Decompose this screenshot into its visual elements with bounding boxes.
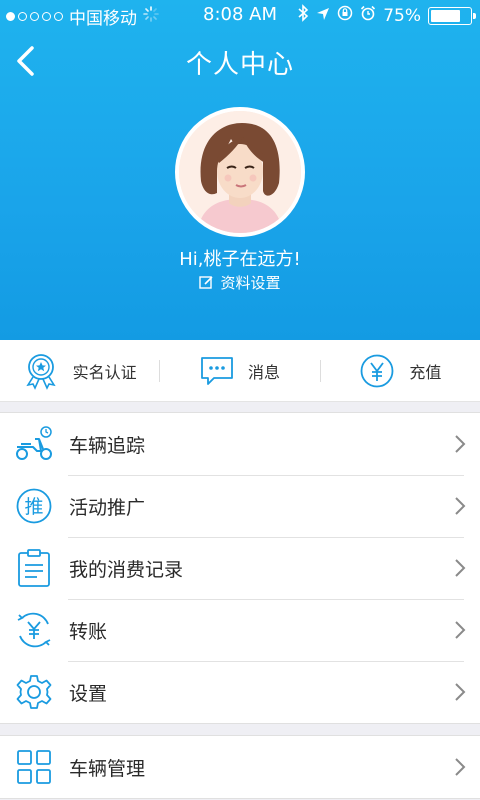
chevron-right-icon [455,497,466,515]
menu-item-label: 活动推广 [69,496,146,519]
message-icon [201,356,233,385]
chevron-right-icon [455,621,466,639]
promotion-icon-text: 推 [24,496,43,518]
quick-action-messages[interactable]: 消息 [160,340,319,401]
rotation-lock-icon [337,5,353,26]
verified-badge-icon [25,353,56,390]
menu-item-promotions[interactable]: 推 活动推广 [0,475,480,537]
battery-percent: 75% [383,5,421,26]
menu-item-label: 车辆追踪 [69,434,146,457]
gear-icon [16,675,52,709]
chevron-right-icon [455,758,466,776]
menu-item-label: 我的消费记录 [69,558,184,581]
menu-item-settings[interactable]: 设置 [0,661,480,723]
battery-level [431,9,460,22]
menu-item-consumption-records[interactable]: 我的消费记录 [0,537,480,599]
page-title: 个人中心 [185,50,294,80]
menu-item-label: 车辆管理 [69,757,146,780]
profile-header: 中国移动 8:08 AM 75% 个人中心 Hi,桃子在远方! 资料设置 [0,0,480,340]
promotion-icon: 推 [16,488,52,524]
chevron-right-icon [455,435,466,453]
chevron-right-icon [455,559,466,577]
menu-item-vehicle-management[interactable]: 车辆管理 [0,736,480,798]
chevron-right-icon [455,683,466,701]
avatar-portrait-icon [179,111,301,233]
menu-item-vehicle-tracking[interactable]: 车辆追踪 [0,413,480,475]
status-bar: 中国移动 8:08 AM 75% [0,0,480,29]
quick-action-verify[interactable]: 实名认证 [0,340,159,401]
grid-icon [17,750,51,784]
menu-item-label: 转账 [69,620,108,643]
avatar[interactable] [175,107,305,237]
quick-action-verify-label: 实名认证 [72,362,137,382]
bluetooth-icon [298,4,309,27]
menu-list-vehicle: 车辆管理 [0,735,480,799]
battery-icon [428,6,476,25]
quick-action-recharge[interactable]: 充值 [321,340,480,401]
menu-list: 车辆追踪 推 活动推广 我的消费记录 转账 设置 [0,412,480,724]
profile-settings-label: 资料设置 [220,274,281,292]
greeting-text: Hi,桃子在远方! [179,249,301,270]
edit-icon [199,276,214,289]
alarm-icon [360,5,376,26]
transfer-yen-icon [17,612,51,648]
location-icon [316,6,330,26]
nav-bar: 个人中心 [0,36,480,86]
quick-action-recharge-label: 充值 [409,362,442,382]
clipboard-icon [18,549,50,587]
quick-actions-bar: 实名认证 消息 充值 [0,340,480,402]
quick-action-messages-label: 消息 [247,362,280,382]
profile-settings-link[interactable]: 资料设置 [0,272,480,293]
menu-item-transfer[interactable]: 转账 [0,599,480,661]
scooter-icon [16,426,52,460]
recharge-yen-icon [360,354,394,387]
menu-item-label: 设置 [69,682,108,705]
